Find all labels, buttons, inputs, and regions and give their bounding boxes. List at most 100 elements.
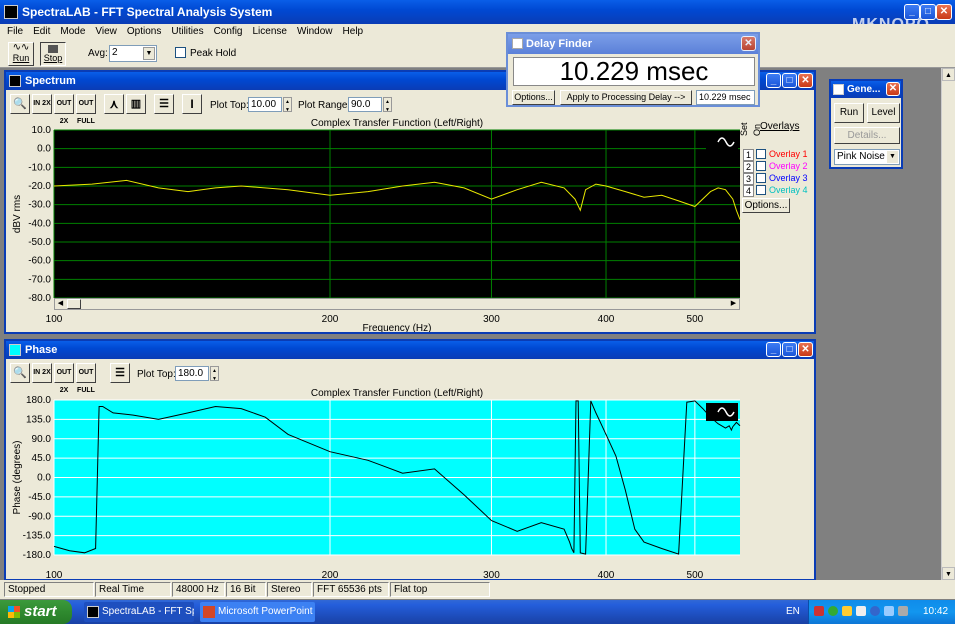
tray-icon-6[interactable] (884, 606, 894, 616)
bar-mode-icon[interactable]: ▥ (126, 94, 146, 114)
x-tick-label: 200 (322, 570, 339, 579)
generator-details-button[interactable]: Details... (834, 127, 900, 144)
spectrum-maximize-button[interactable]: □ (782, 73, 797, 88)
tray-icon-1[interactable] (814, 606, 824, 616)
plot-range-spinner[interactable]: ▲ ▼ (383, 97, 392, 113)
phase-settings-icon[interactable]: ☰ (110, 363, 130, 383)
clock[interactable]: 10:42 (923, 606, 948, 617)
menu-options[interactable]: Options (122, 24, 166, 40)
scroll-left-icon[interactable]: ◀ (55, 299, 66, 309)
signal-dropdown-icon: ▼ (887, 151, 898, 163)
scroll-right-icon[interactable]: ▶ (728, 299, 739, 309)
spectrum-close-button[interactable]: ✕ (798, 73, 813, 88)
scroll-thumb[interactable] (67, 299, 81, 309)
spectrum-plot-top-spinner[interactable]: ▲ ▼ (283, 97, 292, 113)
scroll-up-icon[interactable]: ▲ (942, 68, 955, 81)
avg-value: 2 (112, 47, 118, 58)
taskbar-task-powerpoint[interactable]: Microsoft PowerPoint ... (200, 602, 315, 622)
tray-icon-3[interactable] (842, 606, 852, 616)
line-mode-icon[interactable]: ⋏ (104, 94, 124, 114)
maximize-button[interactable]: □ (920, 4, 936, 20)
spectrum-minimize-button[interactable]: _ (766, 73, 781, 88)
spectrum-hscrollbar[interactable]: ◀ ▶ (54, 298, 740, 310)
phase-plot-top-spinner[interactable]: ▲ ▼ (210, 366, 219, 382)
y-tick-label: -180.0 (23, 550, 52, 561)
y-tick-label: -135.0 (23, 531, 52, 542)
delay-options-button[interactable]: Options... (512, 90, 555, 105)
cursor-icon[interactable]: Ι (182, 94, 202, 114)
overlay-checkbox[interactable] (756, 149, 766, 159)
signal-value: Pink Noise (837, 151, 885, 162)
x-axis-label: Frequency (Hz) (363, 323, 432, 332)
menu-mode[interactable]: Mode (55, 24, 90, 40)
menu-license[interactable]: License (247, 24, 291, 40)
tray-icon-4[interactable] (856, 606, 866, 616)
settings-icon[interactable]: ☰ (154, 94, 174, 114)
scroll-down-icon[interactable]: ▼ (942, 567, 955, 580)
phase-zoom-in-2x-icon[interactable]: IN 2X (32, 363, 52, 383)
tray-icon-2[interactable] (828, 606, 838, 616)
plot-range-input[interactable]: 90.0 (348, 97, 382, 112)
overlay-set-label: Set (739, 122, 749, 136)
taskbar-task-spectralab[interactable]: SpectraLAB - FFT Spe... (84, 602, 194, 622)
generator-run-button[interactable]: Run (834, 103, 864, 123)
overlay-options-button[interactable]: Options... (742, 198, 790, 213)
phase-zoom-icon[interactable]: 🔍 (10, 363, 30, 383)
y-tick-label: 45.0 (32, 453, 52, 464)
menu-config[interactable]: Config (209, 24, 248, 40)
y-tick-label: -10.0 (28, 162, 51, 173)
phase-close-button[interactable]: ✕ (798, 342, 813, 357)
apply-delay-button[interactable]: Apply to Processing Delay --> (560, 90, 692, 105)
mdi-scrollbar[interactable]: ▲ ▼ (941, 68, 955, 580)
x-tick-label: 200 (322, 314, 339, 325)
close-button[interactable]: ✕ (936, 4, 952, 20)
y-tick-label: -60.0 (28, 256, 51, 267)
spectrum-window: Spectrum _ □ ✕ 🔍 IN 2X OUT 2X OUT FULL ⋏… (4, 70, 816, 334)
menu-file[interactable]: File (2, 24, 28, 40)
minimize-button[interactable]: _ (904, 4, 920, 20)
start-button[interactable]: start (0, 600, 72, 624)
avg-label: Avg: (88, 48, 108, 59)
phase-minimize-button[interactable]: _ (766, 342, 781, 357)
peak-hold-checkbox[interactable] (175, 47, 186, 58)
y-tick-label: -90.0 (28, 511, 51, 522)
menu-help[interactable]: Help (338, 24, 369, 40)
phase-zoom-out-full-icon[interactable]: OUT FULL (76, 363, 96, 394)
zoom-icon[interactable]: 🔍 (10, 94, 30, 114)
spectrum-window-icon (9, 75, 21, 87)
phase-zoom-out-2x-icon[interactable]: OUT 2X (54, 363, 74, 394)
stop-button[interactable]: Stop (40, 42, 66, 66)
y-tick-label: -30.0 (28, 200, 51, 211)
menu-window[interactable]: Window (292, 24, 338, 40)
zoom-in-2x-icon[interactable]: IN 2X (32, 94, 52, 114)
spectrum-plot-top-input[interactable]: 10.00 (248, 97, 282, 112)
y-tick-label: 180.0 (26, 395, 51, 406)
run-button[interactable]: ∿∿ Run (8, 42, 34, 66)
menu-edit[interactable]: Edit (28, 24, 55, 40)
delay-finder-close-button[interactable]: ✕ (741, 36, 756, 51)
spectrum-title: Spectrum (25, 75, 76, 87)
phase-maximize-button[interactable]: □ (782, 342, 797, 357)
menu-view[interactable]: View (90, 24, 122, 40)
y-tick-label: -45.0 (28, 492, 51, 503)
powerpoint-task-icon (203, 606, 215, 618)
zoom-out-full-icon[interactable]: OUT FULL (76, 94, 96, 125)
y-tick-label: 0.0 (37, 144, 51, 155)
signal-select[interactable]: Pink Noise ▼ (834, 149, 900, 165)
menu-utilities[interactable]: Utilities (166, 24, 208, 40)
avg-select[interactable]: 2 ▼ (109, 45, 157, 62)
status-channels: Stereo (267, 582, 312, 597)
tray-icon-5[interactable] (870, 606, 880, 616)
language-indicator[interactable]: EN (786, 606, 800, 617)
generator-close-button[interactable]: ✕ (886, 82, 900, 96)
phase-plot-top-input[interactable]: 180.0 (175, 366, 209, 381)
overlay-checkbox[interactable] (756, 161, 766, 171)
zoom-out-2x-icon[interactable]: OUT 2X (54, 94, 74, 125)
x-tick-label: 100 (46, 570, 63, 579)
overlay-number: 2 (743, 161, 755, 173)
y-axis-label: Phase (degrees) (12, 441, 23, 515)
overlay-checkbox[interactable] (756, 185, 766, 195)
generator-level-button[interactable]: Level (867, 103, 900, 123)
overlay-checkbox[interactable] (756, 173, 766, 183)
tray-icon-7[interactable] (898, 606, 908, 616)
